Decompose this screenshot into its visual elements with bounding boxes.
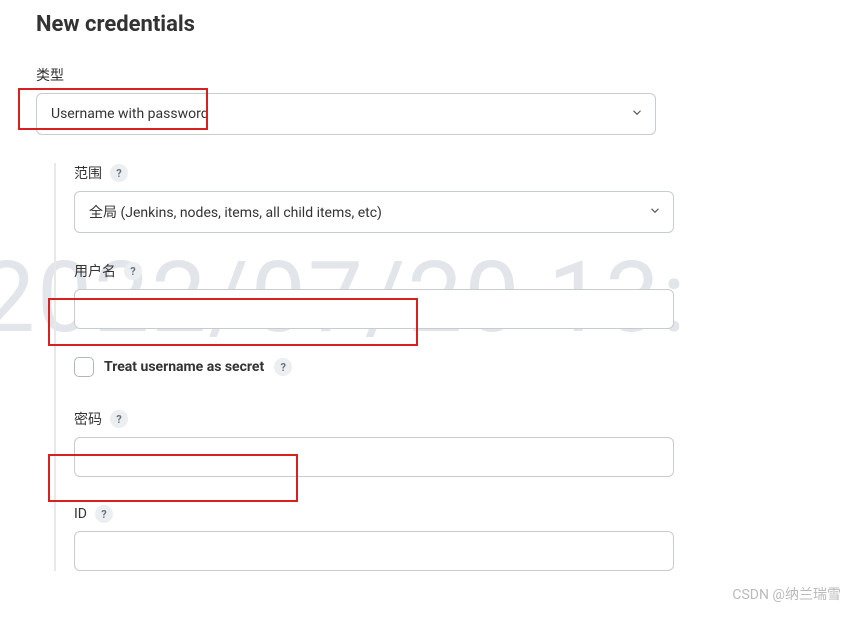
treat-secret-row: Treat username as secret ? bbox=[74, 357, 831, 377]
treat-secret-checkbox[interactable] bbox=[74, 357, 94, 377]
username-input[interactable] bbox=[74, 289, 674, 329]
id-label-row: ID ? bbox=[74, 505, 831, 523]
csdn-watermark: CSDN @纳兰瑞雪 bbox=[732, 584, 841, 604]
id-label: ID bbox=[74, 506, 87, 522]
help-icon[interactable]: ? bbox=[110, 410, 128, 428]
password-label: 密码 bbox=[74, 409, 102, 429]
type-label: 类型 bbox=[36, 65, 831, 85]
id-input[interactable] bbox=[74, 531, 674, 571]
type-select-value: Username with password bbox=[51, 106, 209, 122]
type-select[interactable]: Username with password bbox=[36, 93, 656, 135]
scope-select[interactable]: 全局 (Jenkins, nodes, items, all child ite… bbox=[74, 191, 674, 233]
password-label-row: 密码 ? bbox=[74, 409, 831, 429]
scope-label-row: 范围 ? bbox=[74, 163, 831, 183]
page-title: New credentials bbox=[36, 12, 831, 37]
help-icon[interactable]: ? bbox=[110, 164, 128, 182]
username-label: 用户名 bbox=[74, 261, 116, 281]
help-icon[interactable]: ? bbox=[274, 358, 292, 376]
scope-select-value: 全局 (Jenkins, nodes, items, all child ite… bbox=[89, 202, 382, 222]
help-icon[interactable]: ? bbox=[124, 262, 142, 280]
treat-secret-label: Treat username as secret bbox=[104, 359, 264, 375]
username-label-row: 用户名 ? bbox=[74, 261, 831, 281]
scope-label: 范围 bbox=[74, 163, 102, 183]
help-icon[interactable]: ? bbox=[95, 505, 113, 523]
password-input[interactable] bbox=[74, 437, 674, 477]
